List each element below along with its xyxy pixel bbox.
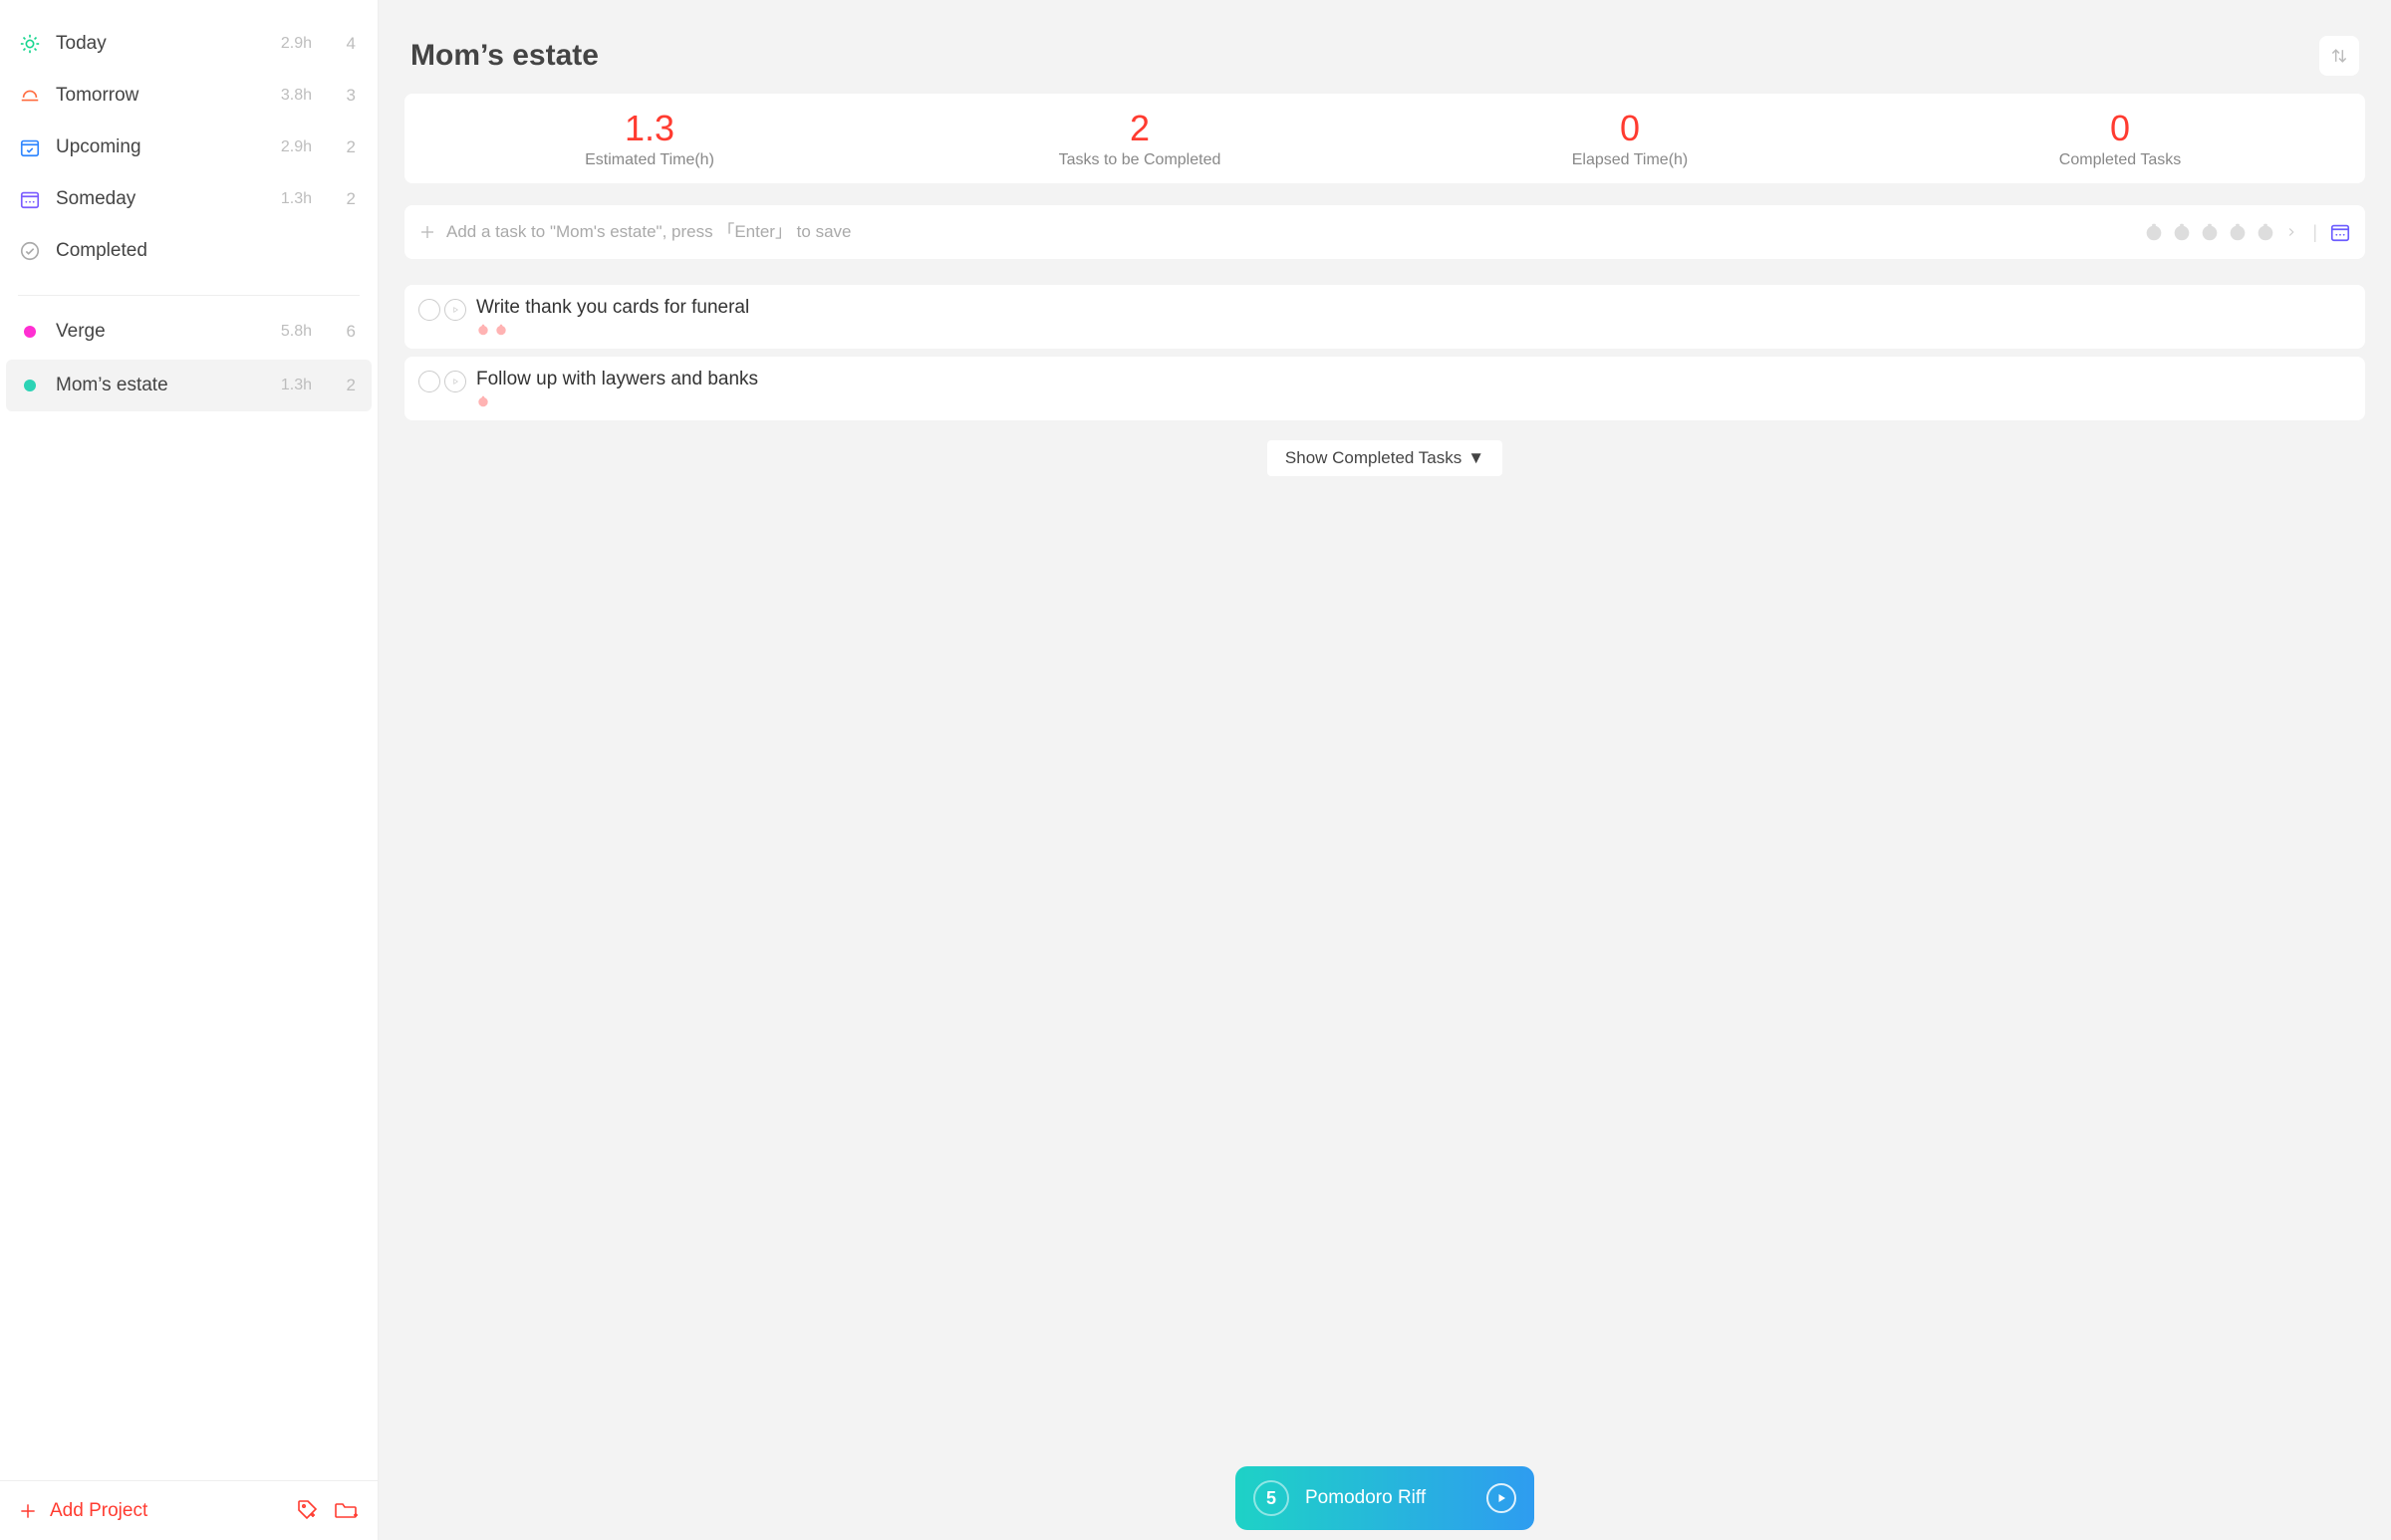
pomodoro-icon bbox=[494, 323, 508, 337]
sidebar-item-count: 6 bbox=[342, 322, 356, 342]
sidebar-item-count: 3 bbox=[342, 86, 356, 106]
sidebar-item-count: 4 bbox=[342, 34, 356, 54]
task-controls bbox=[418, 369, 466, 392]
pomodoro-slot-icon[interactable] bbox=[2171, 221, 2193, 243]
sidebar-item-label: Upcoming bbox=[56, 136, 258, 158]
chevron-down-icon: ▼ bbox=[1467, 448, 1484, 468]
add-project-label: Add Project bbox=[50, 1500, 147, 1522]
summary-label: Elapsed Time(h) bbox=[1385, 151, 1875, 169]
show-completed-button[interactable]: Show Completed Tasks ▼ bbox=[1267, 440, 1502, 476]
task-list: Write thank you cards for funeral Follow … bbox=[404, 285, 2365, 420]
sidebar-item-hours: 2.9h bbox=[272, 138, 312, 156]
sidebar-project-list: Verge 5.8h 6 Mom’s estate 1.3h 2 bbox=[0, 306, 378, 411]
task-pomodoro-icons bbox=[476, 323, 2351, 337]
task-row[interactable]: Follow up with laywers and banks bbox=[404, 357, 2365, 420]
sidebar-project-moms-estate[interactable]: Mom’s estate 1.3h 2 bbox=[6, 360, 372, 411]
calendar-check-icon bbox=[18, 136, 42, 158]
pomodoro-player-bar[interactable]: 5 Pomodoro Riff bbox=[1235, 1466, 1534, 1530]
sidebar-item-label: Mom’s estate bbox=[56, 375, 258, 396]
chevron-right-icon[interactable] bbox=[2284, 225, 2298, 239]
sidebar-item-upcoming[interactable]: Upcoming 2.9h 2 bbox=[0, 122, 378, 173]
sidebar-item-hours: 5.8h bbox=[272, 323, 312, 341]
sidebar-item-label: Today bbox=[56, 33, 258, 55]
task-row[interactable]: Write thank you cards for funeral bbox=[404, 285, 2365, 349]
summary-completed-tasks: 0 Completed Tasks bbox=[1875, 108, 2365, 169]
summary-label: Tasks to be Completed bbox=[895, 151, 1385, 169]
sort-icon bbox=[2329, 46, 2349, 66]
pomodoro-slot-icon[interactable] bbox=[2227, 221, 2249, 243]
play-button[interactable] bbox=[1486, 1483, 1516, 1513]
sidebar-item-count: 2 bbox=[342, 189, 356, 209]
sidebar-item-hours: 1.3h bbox=[272, 377, 312, 394]
add-project-button[interactable]: Add Project bbox=[18, 1500, 284, 1522]
summary-value: 0 bbox=[1385, 108, 1875, 149]
summary-elapsed-time: 0 Elapsed Time(h) bbox=[1385, 108, 1875, 169]
pomodoro-track-label: Pomodoro Riff bbox=[1305, 1487, 1470, 1509]
task-body: Write thank you cards for funeral bbox=[476, 297, 2351, 337]
summary-label: Completed Tasks bbox=[1875, 151, 2365, 169]
task-play-button[interactable] bbox=[444, 299, 466, 321]
tag-icon[interactable] bbox=[296, 1498, 322, 1524]
separator: | bbox=[2312, 222, 2317, 243]
pomodoro-estimate-row: | bbox=[2143, 221, 2351, 243]
task-title: Write thank you cards for funeral bbox=[476, 297, 2351, 319]
sidebar-item-hours: 3.8h bbox=[272, 87, 312, 105]
calendar-dots-icon bbox=[18, 188, 42, 210]
sidebar-item-label: Someday bbox=[56, 188, 258, 210]
pomodoro-count-badge: 5 bbox=[1253, 1480, 1289, 1516]
project-color-dot bbox=[18, 380, 42, 391]
pomodoro-slot-icon[interactable] bbox=[2199, 221, 2221, 243]
add-task-row[interactable]: | bbox=[404, 205, 2365, 259]
sidebar-divider bbox=[18, 295, 360, 296]
sidebar-item-label: Completed bbox=[56, 240, 258, 262]
sidebar-item-count: 2 bbox=[342, 376, 356, 395]
sun-icon bbox=[18, 33, 42, 55]
pomodoro-slot-icon[interactable] bbox=[2143, 221, 2165, 243]
summary-value: 0 bbox=[1875, 108, 2365, 149]
sidebar-item-completed[interactable]: Completed bbox=[0, 225, 378, 277]
task-complete-checkbox[interactable] bbox=[418, 299, 440, 321]
sidebar-item-count: 2 bbox=[342, 137, 356, 157]
sidebar-item-someday[interactable]: Someday 1.3h 2 bbox=[0, 173, 378, 225]
due-date-icon[interactable] bbox=[2329, 221, 2351, 243]
sidebar-item-label: Tomorrow bbox=[56, 85, 258, 107]
pomodoro-icon bbox=[476, 394, 490, 408]
plus-icon bbox=[18, 1501, 38, 1521]
sidebar-item-tomorrow[interactable]: Tomorrow 3.8h 3 bbox=[0, 70, 378, 122]
summary-value: 2 bbox=[895, 108, 1385, 149]
summary-tasks-pending: 2 Tasks to be Completed bbox=[895, 108, 1385, 169]
task-controls bbox=[418, 297, 466, 321]
plus-icon bbox=[418, 223, 436, 241]
sidebar-item-hours: 2.9h bbox=[272, 35, 312, 53]
show-completed-label: Show Completed Tasks bbox=[1285, 448, 1461, 468]
check-circle-icon bbox=[18, 240, 42, 262]
task-body: Follow up with laywers and banks bbox=[476, 369, 2351, 408]
summary-card: 1.3 Estimated Time(h) 2 Tasks to be Comp… bbox=[404, 94, 2365, 183]
sidebar-project-verge[interactable]: Verge 5.8h 6 bbox=[0, 306, 378, 358]
play-icon bbox=[1495, 1492, 1507, 1504]
task-pomodoro-icons bbox=[476, 394, 2351, 408]
sidebar-nav-list: Today 2.9h 4 Tomorrow 3.8h 3 bbox=[0, 0, 378, 1480]
add-task-input[interactable] bbox=[446, 222, 2143, 242]
sidebar-footer: Add Project bbox=[0, 1480, 378, 1540]
main-header: Mom’s estate bbox=[404, 0, 2365, 94]
sidebar-item-label: Verge bbox=[56, 321, 258, 343]
task-title: Follow up with laywers and banks bbox=[476, 369, 2351, 390]
folder-add-icon[interactable] bbox=[334, 1498, 360, 1524]
task-play-button[interactable] bbox=[444, 371, 466, 392]
task-complete-checkbox[interactable] bbox=[418, 371, 440, 392]
sunset-icon bbox=[18, 85, 42, 107]
sidebar-item-hours: 1.3h bbox=[272, 190, 312, 208]
page-title: Mom’s estate bbox=[410, 39, 2319, 73]
pomodoro-icon bbox=[476, 323, 490, 337]
pomodoro-slot-icon[interactable] bbox=[2255, 221, 2276, 243]
sidebar: Today 2.9h 4 Tomorrow 3.8h 3 bbox=[0, 0, 379, 1540]
summary-label: Estimated Time(h) bbox=[404, 151, 895, 169]
sidebar-item-today[interactable]: Today 2.9h 4 bbox=[0, 18, 378, 70]
summary-value: 1.3 bbox=[404, 108, 895, 149]
summary-estimated-time: 1.3 Estimated Time(h) bbox=[404, 108, 895, 169]
project-color-dot bbox=[18, 326, 42, 338]
main-panel: Mom’s estate 1.3 Estimated Time(h) 2 Tas… bbox=[379, 0, 2391, 1540]
sort-button[interactable] bbox=[2319, 36, 2359, 76]
